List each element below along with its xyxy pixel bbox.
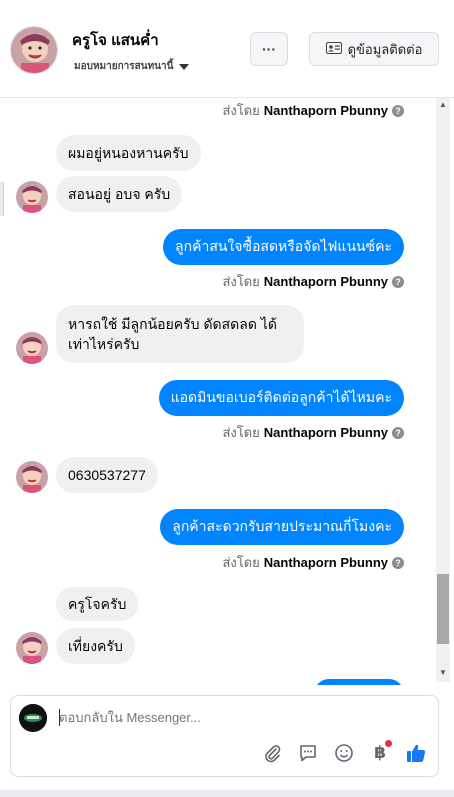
incoming-message[interactable]: สอนอยู่ อบจ ครับ [56, 176, 183, 212]
caret-down-icon [179, 63, 190, 70]
message-thread[interactable]: ส่งโดย Nanthaporn Pbunny? ผมอยู่หนองหานคร… [0, 98, 454, 685]
assign-conversation-dropdown[interactable]: มอบหมายการสนทนานี้ [74, 59, 190, 74]
scroll-down-arrow-icon[interactable]: ▼ [436, 668, 450, 680]
contact-avatar-small [16, 632, 48, 664]
conversation-header: ครูโจ แสนค่ำ มอบหมายการสนทนานี้ ··· ดูข้… [0, 0, 454, 98]
contact-avatar-small [16, 332, 48, 364]
emoji-icon[interactable] [333, 742, 355, 764]
help-icon[interactable]: ? [392, 104, 404, 117]
page-avatar [19, 704, 47, 732]
scroll-up-arrow-icon[interactable]: ▲ [436, 100, 450, 112]
view-contact-info-label: ดูข้อมูลติดต่อ [347, 41, 423, 57]
reply-composer: ฿ [10, 695, 439, 777]
like-icon[interactable] [405, 742, 427, 764]
incoming-message[interactable]: หารถใช้ มีลูกน้อยครับ ดัดสดลด ได้เท่าไหร… [56, 305, 304, 363]
bottom-edge [0, 790, 454, 797]
sent-by-label: ส่งโดย Nanthaporn Pbunny? [222, 552, 404, 573]
help-icon[interactable]: ? [392, 275, 404, 288]
sent-by-label: ส่งโดย Nanthaporn Pbunny? [222, 271, 404, 292]
assign-label: มอบหมายการสนทนานี้ [74, 61, 174, 72]
contact-name: ครูโจ แสนค่ำ [72, 32, 159, 49]
contact-avatar-small [16, 461, 48, 493]
help-icon[interactable]: ? [392, 556, 404, 569]
sent-by-label: ส่งโดย Nanthaporn Pbunny? [222, 422, 404, 443]
incoming-message[interactable]: 0630537277 [56, 457, 158, 493]
contact-card-icon [325, 41, 342, 57]
view-contact-info-button[interactable]: ดูข้อมูลติดต่อ [309, 32, 439, 66]
outgoing-message[interactable]: ลูกค้าสนใจซื้อสดหรือจัดไฟแนนซ์คะ [163, 229, 404, 265]
more-options-button[interactable]: ··· [250, 32, 288, 66]
contact-avatar[interactable] [10, 26, 58, 74]
sent-by-label: ส่งโดย Nanthaporn Pbunny? [222, 100, 404, 121]
outgoing-message-partial[interactable] [314, 679, 404, 685]
contact-avatar-small [16, 181, 48, 213]
text-cursor [59, 709, 60, 726]
scrollbar-thumb[interactable] [437, 574, 449, 644]
payment-icon[interactable]: ฿ [369, 740, 392, 764]
saved-replies-icon[interactable] [297, 742, 319, 764]
attachment-icon[interactable] [261, 742, 283, 764]
side-tab [0, 182, 4, 216]
incoming-message[interactable]: เที่ยงครับ [56, 628, 135, 664]
reply-input[interactable] [59, 710, 419, 725]
notification-dot [384, 740, 392, 747]
outgoing-message[interactable]: ลูกค้าสะดวกรับสายประมาณกี่โมงคะ [160, 509, 404, 545]
outgoing-message[interactable]: แอดมินขอเบอร์ติดต่อลูกค้าได้ไหมคะ [158, 380, 404, 416]
incoming-message[interactable]: ครูโจครับ [56, 587, 139, 621]
composer-toolbar: ฿ [261, 740, 427, 764]
incoming-message[interactable]: ผมอยู่หนองหานครับ [56, 135, 201, 171]
help-icon[interactable]: ? [392, 426, 404, 439]
